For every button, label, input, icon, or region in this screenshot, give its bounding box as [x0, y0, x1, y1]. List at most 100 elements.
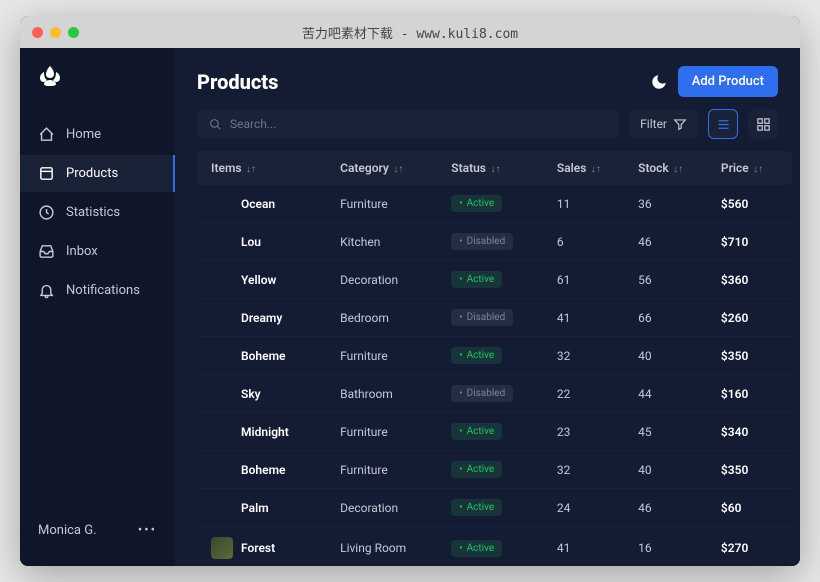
- stock-cell: 66: [630, 299, 713, 337]
- category-cell: Furniture: [332, 185, 443, 223]
- products-table: Items ↓↑Category ↓↑Status ↓↑Sales ↓↑Stoc…: [197, 151, 792, 566]
- table-header: Items ↓↑Category ↓↑Status ↓↑Sales ↓↑Stoc…: [197, 151, 792, 185]
- column-header[interactable]: Status ↓↑: [443, 151, 549, 185]
- table-container[interactable]: Items ↓↑Category ↓↑Status ↓↑Sales ↓↑Stoc…: [175, 151, 800, 566]
- sort-icon: ↓↑: [671, 164, 684, 175]
- category-cell: Living Room: [332, 527, 443, 567]
- user-name: Monica G.: [38, 523, 97, 538]
- filter-button[interactable]: Filter: [629, 110, 698, 138]
- sidebar-item-statistics[interactable]: Statistics: [20, 194, 175, 231]
- filter-label: Filter: [640, 117, 667, 131]
- list-view-button[interactable]: [708, 109, 738, 139]
- list-icon: [716, 117, 731, 132]
- add-product-button[interactable]: Add Product: [678, 66, 778, 97]
- grid-icon: [756, 117, 771, 132]
- sales-cell: 22: [549, 375, 630, 413]
- search-input[interactable]: [230, 117, 607, 131]
- header-actions: Add Product: [650, 66, 778, 97]
- item-cell: Lou: [211, 235, 324, 249]
- category-cell: Furniture: [332, 451, 443, 489]
- table-row[interactable]: Lou Kitchen Disabled 646$710: [197, 223, 792, 261]
- header: Products Add Product: [175, 48, 800, 109]
- status-badge: Disabled: [451, 385, 513, 402]
- close-dot[interactable]: [32, 27, 43, 38]
- stock-cell: 36: [630, 185, 713, 223]
- table-row[interactable]: BohemeFurnitureActive3240$350: [197, 451, 792, 489]
- sidebar-item-notifications[interactable]: Notifications: [20, 272, 175, 309]
- item-cell: Palm: [211, 501, 324, 515]
- table-row[interactable]: ForestLiving RoomActive4116$270: [197, 527, 792, 567]
- clock-icon: [38, 204, 55, 221]
- sidebar-item-products[interactable]: Products: [20, 155, 175, 192]
- stock-cell: 40: [630, 337, 713, 375]
- user-menu-button[interactable]: •••: [138, 523, 157, 538]
- column-header[interactable]: Items ↓↑: [197, 151, 332, 185]
- sort-icon: ↓↑: [751, 164, 764, 175]
- status-badge: Active: [451, 540, 502, 557]
- item-cell: Forest: [211, 537, 324, 559]
- nav: Home Products Statistics Inbox Notificat…: [20, 116, 175, 511]
- sort-icon: ↓↑: [488, 164, 501, 175]
- price-cell: $60: [713, 489, 792, 527]
- sales-cell: 41: [549, 299, 630, 337]
- category-cell: Bathroom: [332, 375, 443, 413]
- sidebar-item-home[interactable]: Home: [20, 116, 175, 153]
- category-cell: Furniture: [332, 337, 443, 375]
- maximize-dot[interactable]: [68, 27, 79, 38]
- bell-icon: [38, 282, 55, 299]
- table-row[interactable]: DreamyBedroomDisabled4166$260: [197, 299, 792, 337]
- product-name: Palm: [241, 501, 269, 515]
- sidebar-item-label: Home: [66, 127, 101, 142]
- sales-cell: 6: [549, 223, 630, 261]
- table-row[interactable]: MidnightFurnitureActive2345$340: [197, 413, 792, 451]
- product-name: Sky: [241, 387, 261, 401]
- table-row[interactable]: BohemeFurnitureActive3240$350: [197, 337, 792, 375]
- window-controls: [32, 27, 79, 38]
- sales-cell: 41: [549, 527, 630, 567]
- lotus-icon: [38, 64, 62, 88]
- grid-view-button[interactable]: [748, 109, 778, 139]
- item-cell: Dreamy: [211, 311, 324, 325]
- dark-mode-toggle[interactable]: [650, 73, 668, 91]
- price-cell: $160: [713, 375, 792, 413]
- product-name: Yellow: [241, 273, 276, 287]
- column-header[interactable]: Category ↓↑: [332, 151, 443, 185]
- product-name: Lou: [241, 235, 261, 249]
- sidebar-item-label: Notifications: [66, 283, 140, 298]
- page-title: Products: [197, 70, 278, 94]
- status-badge: Disabled: [451, 233, 513, 250]
- stock-cell: 46: [630, 223, 713, 261]
- stock-cell: 45: [630, 413, 713, 451]
- column-header[interactable]: Price ↓↑: [713, 151, 792, 185]
- minimize-dot[interactable]: [50, 27, 61, 38]
- price-cell: $350: [713, 451, 792, 489]
- category-cell: Kitchen: [332, 223, 443, 261]
- app-window: 苦力吧素材下载 - www.kuli8.com Home Products St…: [20, 16, 800, 566]
- sales-cell: 32: [549, 451, 630, 489]
- product-name: Boheme: [241, 463, 285, 477]
- package-icon: [38, 165, 55, 182]
- column-header[interactable]: Stock ↓↑: [630, 151, 713, 185]
- titlebar: 苦力吧素材下载 - www.kuli8.com: [20, 16, 800, 48]
- app-body: Home Products Statistics Inbox Notificat…: [20, 48, 800, 566]
- home-icon: [38, 126, 55, 143]
- sales-cell: 61: [549, 261, 630, 299]
- table-row[interactable]: PalmDecorationActive2446$60: [197, 489, 792, 527]
- table-row[interactable]: YellowDecorationActive6156$360: [197, 261, 792, 299]
- stock-cell: 56: [630, 261, 713, 299]
- column-header[interactable]: Sales ↓↑: [549, 151, 630, 185]
- search-box[interactable]: [197, 110, 619, 138]
- status-badge: Active: [451, 347, 502, 364]
- sidebar-item-inbox[interactable]: Inbox: [20, 233, 175, 270]
- price-cell: $360: [713, 261, 792, 299]
- price-cell: $710: [713, 223, 792, 261]
- table-row[interactable]: SkyBathroomDisabled2244$160: [197, 375, 792, 413]
- product-thumb: [211, 537, 233, 559]
- category-cell: Decoration: [332, 261, 443, 299]
- status-badge: Active: [451, 499, 502, 516]
- item-cell: Yellow: [211, 273, 324, 287]
- inbox-icon: [38, 243, 55, 260]
- filter-icon: [673, 117, 687, 131]
- table-row[interactable]: OceanFurnitureActive1136$560: [197, 185, 792, 223]
- status-badge: Active: [451, 423, 502, 440]
